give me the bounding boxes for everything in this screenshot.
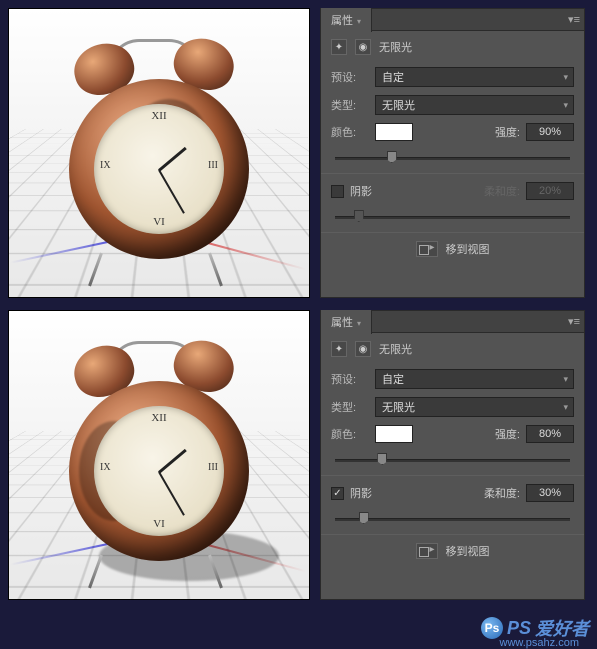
intensity-label: 强度: [495,124,520,140]
move-label: 移到视图 [446,543,490,559]
watermark-url: www.psahz.com [500,637,579,649]
tab-properties[interactable]: 属性 ▾ [321,8,372,32]
preview-top: III IX [8,8,310,298]
move-to-view-icon [416,543,438,559]
light-title-row: ✦ ◉ 无限光 [321,333,584,365]
watermark-icon: Ps [481,617,503,639]
preset-label: 预设: [331,69,369,85]
watermark-prefix: PS [507,618,531,639]
softness-value: 20% [539,185,561,197]
preset-value: 自定 [382,69,404,85]
panel-tabbar: 属性 ▾ ▾≡ [321,9,584,31]
chevron-down-icon: ▾ [357,319,361,328]
preset-select[interactable]: 自定 [375,67,574,87]
separator [321,232,584,233]
shadow-checkbox[interactable]: ✓ [331,487,344,500]
preview-bottom: III IX [8,310,310,600]
color-swatch[interactable] [375,123,413,141]
intensity-slider[interactable] [335,149,570,165]
panel-tabbar: 属性 ▾ ▾≡ [321,311,584,333]
properties-panel-top: 属性 ▾ ▾≡ ✦ ◉ 无限光 预设: 自定 类型: 无限光 颜色: 强度: 90… [320,8,585,298]
shadow-checkbox[interactable] [331,185,344,198]
softness-field[interactable]: 30% [526,484,574,502]
softness-slider[interactable] [335,510,570,526]
light-type-icon[interactable]: ◉ [355,39,371,55]
intensity-value: 90% [539,126,561,138]
shadow-label: 阴影 [350,183,372,199]
separator [321,534,584,535]
light-title: 无限光 [379,341,412,357]
color-swatch[interactable] [375,425,413,443]
softness-value: 30% [539,487,561,499]
watermark: Ps PS 爱好者 www.psahz.com [481,615,589,641]
color-label: 颜色: [331,426,369,442]
clock-model: III IX [59,39,259,279]
softness-field: 20% [526,182,574,200]
move-to-view-icon [416,241,438,257]
type-label: 类型: [331,399,369,415]
tab-label: 属性 [331,15,353,27]
panel-menu-icon[interactable]: ▾≡ [568,315,580,328]
color-label: 颜色: [331,124,369,140]
move-to-view-button[interactable]: 移到视图 [416,241,490,257]
preset-value: 自定 [382,371,404,387]
intensity-label: 强度: [495,426,520,442]
preset-label: 预设: [331,371,369,387]
softness-label: 柔和度: [484,183,520,199]
intensity-slider[interactable] [335,451,570,467]
light-type-icon[interactable]: ◉ [355,341,371,357]
intensity-value: 80% [539,428,561,440]
intensity-field[interactable]: 90% [526,123,574,141]
move-to-view-button[interactable]: 移到视图 [416,543,490,559]
chevron-down-icon: ▾ [357,17,361,26]
preset-select[interactable]: 自定 [375,369,574,389]
properties-panel-bottom: 属性 ▾ ▾≡ ✦ ◉ 无限光 预设: 自定 类型: 无限光 颜色: 强度: 80… [320,310,585,600]
light-title: 无限光 [379,39,412,55]
panel-menu-icon[interactable]: ▾≡ [568,13,580,26]
type-select[interactable]: 无限光 [375,397,574,417]
type-value: 无限光 [382,97,415,113]
tab-properties[interactable]: 属性 ▾ [321,310,372,334]
shadow-label: 阴影 [350,485,372,501]
softness-slider [335,208,570,224]
light-icon[interactable]: ✦ [331,341,347,357]
type-label: 类型: [331,97,369,113]
light-title-row: ✦ ◉ 无限光 [321,31,584,63]
intensity-field[interactable]: 80% [526,425,574,443]
move-label: 移到视图 [446,241,490,257]
light-icon[interactable]: ✦ [331,39,347,55]
separator [321,173,584,174]
clock-model: III IX [59,341,259,581]
type-select[interactable]: 无限光 [375,95,574,115]
type-value: 无限光 [382,399,415,415]
softness-label: 柔和度: [484,485,520,501]
tab-label: 属性 [331,317,353,329]
separator [321,475,584,476]
